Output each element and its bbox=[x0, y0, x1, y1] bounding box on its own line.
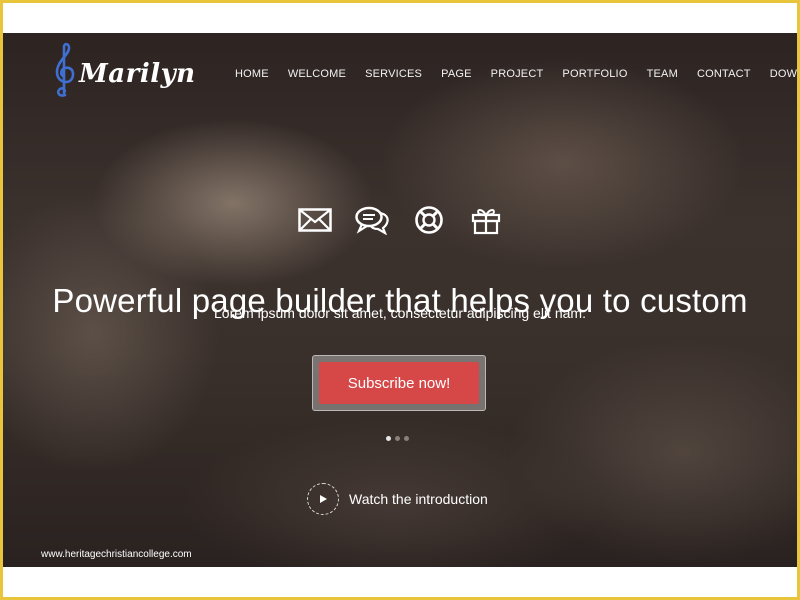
nav-item-home[interactable]: HOME bbox=[235, 68, 269, 80]
watch-intro-label: Watch the introduction bbox=[349, 491, 488, 507]
treble-clef-icon bbox=[55, 42, 75, 97]
subscribe-button-frame: Subscribe now! bbox=[312, 355, 486, 411]
nav-item-team[interactable]: TEAM bbox=[647, 68, 678, 80]
main-nav: HOME WELCOME SERVICES PAGE PROJECT PORTF… bbox=[235, 68, 797, 80]
brand-name: Marilyn bbox=[79, 59, 196, 89]
lifebuoy-icon[interactable] bbox=[411, 203, 447, 237]
brand-logo[interactable]: Marilyn bbox=[51, 41, 196, 99]
nav-item-download[interactable]: DOWNLOAD bbox=[770, 68, 797, 80]
slider-dot-3[interactable] bbox=[404, 436, 409, 441]
play-icon[interactable] bbox=[307, 483, 339, 515]
slider-dot-2[interactable] bbox=[395, 436, 400, 441]
nav-item-welcome[interactable]: WELCOME bbox=[288, 68, 346, 80]
hero-subheadline: Lorem ipsum dolor sit amet, consectetur … bbox=[214, 305, 586, 321]
watch-intro-link[interactable]: Watch the introduction bbox=[307, 483, 488, 515]
chat-bubbles-icon[interactable] bbox=[354, 203, 390, 237]
nav-item-page[interactable]: PAGE bbox=[441, 68, 472, 80]
nav-item-portfolio[interactable]: PORTFOLIO bbox=[562, 68, 627, 80]
subscribe-button[interactable]: Subscribe now! bbox=[319, 362, 479, 404]
feature-icons bbox=[297, 203, 525, 237]
slider-dots bbox=[386, 436, 413, 441]
nav-item-project[interactable]: PROJECT bbox=[491, 68, 544, 80]
nav-item-contact[interactable]: CONTACT bbox=[697, 68, 751, 80]
hero-section: Marilyn HOME WELCOME SERVICES PAGE PROJE… bbox=[3, 33, 797, 567]
envelope-icon[interactable] bbox=[297, 203, 333, 237]
slider-dot-1[interactable] bbox=[386, 436, 391, 441]
nav-item-services[interactable]: SERVICES bbox=[365, 68, 422, 80]
gift-icon[interactable] bbox=[468, 203, 504, 237]
watermark-credit: www.heritagechristiancollege.com bbox=[41, 549, 192, 560]
